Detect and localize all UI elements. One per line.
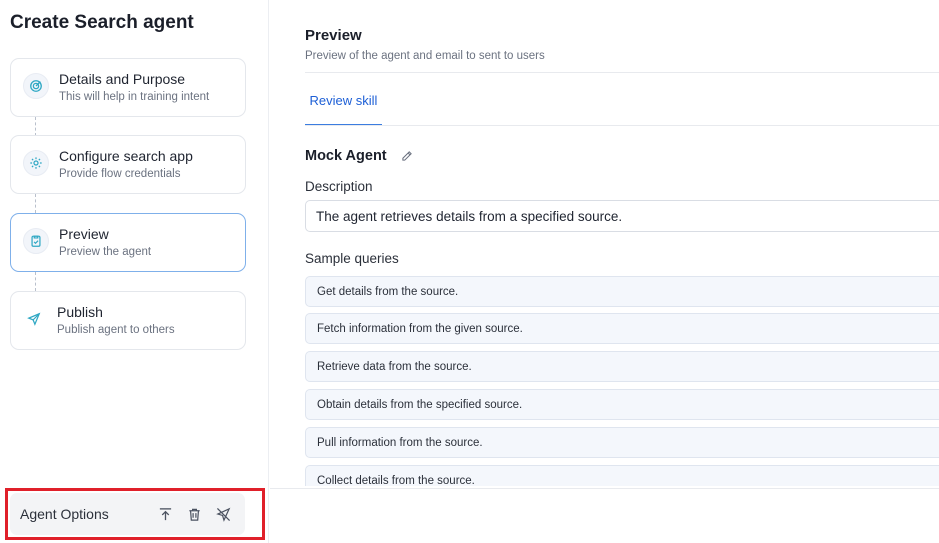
step-publish[interactable]: Publish Publish agent to others (10, 291, 246, 350)
sample-query-list: Get details from the source. Fetch infor… (305, 276, 939, 486)
step-subtitle: Preview the agent (59, 246, 152, 258)
page-title: Create Search agent (10, 12, 194, 33)
wizard-sidebar: Create Search agent Details and Purpose … (0, 0, 269, 543)
step-connector (35, 194, 36, 213)
step-subtitle: Provide flow credentials (59, 168, 181, 180)
highlight-box (5, 488, 265, 540)
step-subtitle: This will help in training intent (59, 91, 210, 103)
sample-query[interactable]: Collect details from the source. (305, 465, 939, 486)
divider (305, 72, 939, 73)
description-label: Description (305, 179, 373, 194)
step-title: Configure search app (59, 148, 193, 164)
step-title: Publish (57, 304, 103, 320)
step-connector (35, 117, 36, 136)
sample-query[interactable]: Get details from the source. (305, 276, 939, 307)
step-title: Details and Purpose (59, 71, 186, 87)
clipboard-check-icon (23, 228, 49, 254)
tab-review-skill[interactable]: Review skill (305, 87, 382, 126)
gear-icon (23, 150, 49, 176)
section-subtitle: Preview of the agent and email to sent t… (305, 50, 545, 62)
preview-panel: Preview Preview of the agent and email t… (270, 0, 939, 543)
tab-divider (305, 125, 939, 126)
sample-query[interactable]: Obtain details from the specified source… (305, 389, 939, 420)
sample-query[interactable]: Pull information from the source. (305, 427, 939, 458)
step-connector (35, 272, 36, 291)
agent-name: Mock Agent (305, 148, 387, 164)
section-title: Preview (305, 27, 362, 44)
target-icon (23, 73, 49, 99)
send-icon (21, 306, 47, 332)
description-field[interactable]: The agent retrieves details from a speci… (305, 200, 939, 232)
sample-query[interactable]: Retrieve data from the source. (305, 351, 939, 382)
sample-queries-label: Sample queries (305, 251, 399, 266)
pencil-icon[interactable] (401, 149, 415, 163)
footer-divider (270, 488, 939, 489)
step-title: Preview (59, 226, 109, 242)
step-configure-search-app[interactable]: Configure search app Provide flow creden… (10, 135, 246, 194)
step-details-and-purpose[interactable]: Details and Purpose This will help in tr… (10, 58, 246, 117)
sample-query[interactable]: Fetch information from the given source. (305, 313, 939, 344)
step-subtitle: Publish agent to others (57, 324, 175, 336)
step-preview[interactable]: Preview Preview the agent (10, 213, 246, 272)
